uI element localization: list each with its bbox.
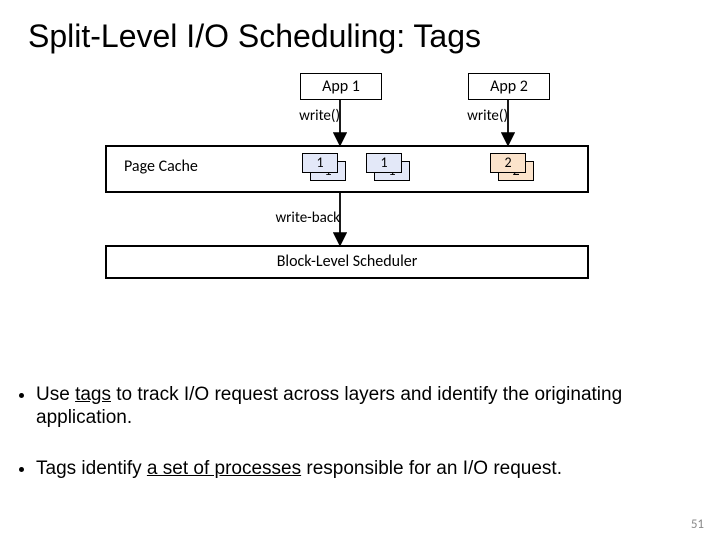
block-scheduler-box: Block-Level Scheduler [105, 245, 589, 279]
bullet-2-underline: a set of processes [147, 458, 301, 479]
bullet-2: Tags identify a set of processes respons… [36, 457, 684, 480]
slide-title: Split-Level I/O Scheduling: Tags [0, 0, 720, 63]
arrows-layer [0, 63, 720, 363]
slide-number: 51 [691, 517, 704, 532]
write1-label: write() [288, 107, 340, 125]
tag-3-front: 2 [490, 153, 526, 173]
diagram-area: App 1 App 2 write() write() Page Cache 1… [0, 63, 720, 363]
page-cache-label: Page Cache [124, 157, 198, 176]
app2-box: App 2 [468, 73, 550, 100]
bullet-1-underline: tags [75, 384, 111, 405]
write2-label: write() [456, 107, 508, 125]
writeback-label: write-back [268, 209, 340, 227]
bullet-1: Use tags to track I/O request across lay… [36, 383, 684, 429]
tag-1-front: 1 [302, 153, 338, 173]
app1-box: App 1 [300, 73, 382, 100]
bullet-2-post: responsible for an I/O request. [301, 458, 562, 479]
tag-2-front: 1 [366, 153, 402, 173]
bullet-1-post: to track I/O request across layers and i… [36, 384, 622, 428]
bullet-2-pre: Tags identify [36, 458, 147, 479]
bullet-1-pre: Use [36, 384, 75, 405]
bullet-list: Use tags to track I/O request across lay… [0, 379, 720, 481]
